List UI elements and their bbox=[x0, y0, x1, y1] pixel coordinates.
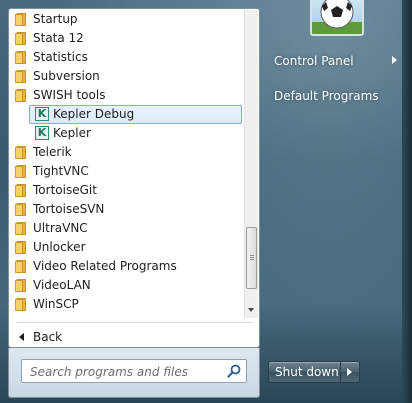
program-label: Telerik bbox=[33, 145, 72, 159]
program-label: Unlocker bbox=[33, 240, 86, 254]
control-panel-label: Control Panel bbox=[274, 54, 354, 68]
folder-item-tortoisesvn[interactable]: TortoiseSVN bbox=[9, 200, 245, 219]
folder-icon bbox=[15, 298, 26, 311]
folder-item-startup[interactable]: Startup bbox=[9, 10, 245, 29]
program-label: UltraVNC bbox=[33, 221, 88, 235]
back-arrow-icon bbox=[19, 333, 24, 341]
shut-down-label: Shut down bbox=[275, 365, 339, 379]
separator bbox=[17, 322, 253, 323]
folder-item-telerik[interactable]: Telerik bbox=[9, 143, 245, 162]
folder-icon bbox=[15, 146, 26, 159]
folder-item-swish-tools[interactable]: SWISH tools bbox=[9, 86, 245, 105]
scroll-thumb[interactable] bbox=[246, 227, 257, 289]
folder-icon bbox=[15, 165, 26, 178]
folder-item-winscp[interactable]: WinSCP bbox=[9, 295, 245, 314]
kepler-app-icon: K bbox=[35, 107, 49, 121]
folder-item-tortoisegit[interactable]: TortoiseGit bbox=[9, 181, 245, 200]
program-label: Startup bbox=[33, 12, 78, 26]
program-list-scrollbar[interactable] bbox=[244, 10, 258, 318]
default-programs-link[interactable]: Default Programs bbox=[274, 89, 379, 103]
folder-item-video-related-programs[interactable]: Video Related Programs bbox=[9, 257, 245, 276]
folder-item-statistics[interactable]: Statistics bbox=[9, 48, 245, 67]
back-button[interactable]: Back bbox=[9, 327, 245, 347]
folder-item-ultravnc[interactable]: UltraVNC bbox=[9, 219, 245, 238]
program-label: VideoLAN bbox=[33, 278, 91, 292]
folder-item-tightvnc[interactable]: TightVNC bbox=[9, 162, 245, 181]
folder-icon bbox=[15, 222, 26, 235]
folder-icon bbox=[15, 260, 26, 273]
folder-item-stata-12[interactable]: Stata 12 bbox=[9, 29, 245, 48]
program-label: WinSCP bbox=[33, 297, 79, 311]
folder-icon bbox=[15, 279, 26, 292]
folder-icon bbox=[15, 51, 26, 64]
back-label: Back bbox=[33, 330, 63, 344]
folder-icon bbox=[15, 241, 26, 254]
folder-icon bbox=[15, 184, 26, 197]
user-picture[interactable] bbox=[310, 0, 364, 36]
program-label: TortoiseSVN bbox=[33, 202, 105, 216]
program-item-kepler[interactable]: K Kepler bbox=[29, 124, 245, 143]
program-label: Statistics bbox=[33, 50, 88, 64]
search-icon[interactable] bbox=[227, 364, 241, 378]
folder-icon bbox=[15, 203, 26, 216]
kepler-app-icon: K bbox=[35, 126, 49, 140]
search-box[interactable] bbox=[21, 359, 247, 384]
folder-icon bbox=[15, 32, 26, 45]
program-label: Video Related Programs bbox=[33, 259, 177, 273]
search-area bbox=[8, 348, 260, 398]
program-label: Kepler bbox=[53, 126, 91, 140]
program-label: Stata 12 bbox=[33, 31, 84, 45]
program-label: SWISH tools bbox=[33, 88, 106, 102]
all-programs-panel: Startup Stata 12 Statistics Subversion SWISH… bbox=[8, 8, 260, 348]
chevron-right-icon[interactable] bbox=[392, 56, 397, 64]
program-label: TortoiseGit bbox=[33, 183, 97, 197]
folder-item-unlocker[interactable]: Unlocker bbox=[9, 238, 245, 257]
folder-icon bbox=[15, 89, 26, 102]
scroll-down-icon[interactable] bbox=[248, 308, 254, 312]
folder-icon bbox=[15, 13, 26, 26]
program-list: Startup Stata 12 Statistics Subversion SWISH… bbox=[9, 10, 245, 314]
program-label: Kepler Debug bbox=[53, 107, 135, 121]
default-programs-label: Default Programs bbox=[274, 89, 379, 103]
program-label: Subversion bbox=[33, 69, 100, 83]
chevron-right-icon bbox=[347, 368, 352, 376]
search-input[interactable] bbox=[22, 360, 228, 384]
folder-icon bbox=[15, 70, 26, 83]
folder-item-videolan[interactable]: VideoLAN bbox=[9, 276, 245, 295]
control-panel-link[interactable]: Control Panel bbox=[274, 54, 354, 68]
program-item-kepler-debug[interactable]: K Kepler Debug bbox=[29, 105, 242, 124]
program-label: TightVNC bbox=[33, 164, 89, 178]
soccer-ball-icon bbox=[312, 0, 362, 34]
window-edge bbox=[402, 0, 412, 403]
folder-item-subversion[interactable]: Subversion bbox=[9, 67, 245, 86]
